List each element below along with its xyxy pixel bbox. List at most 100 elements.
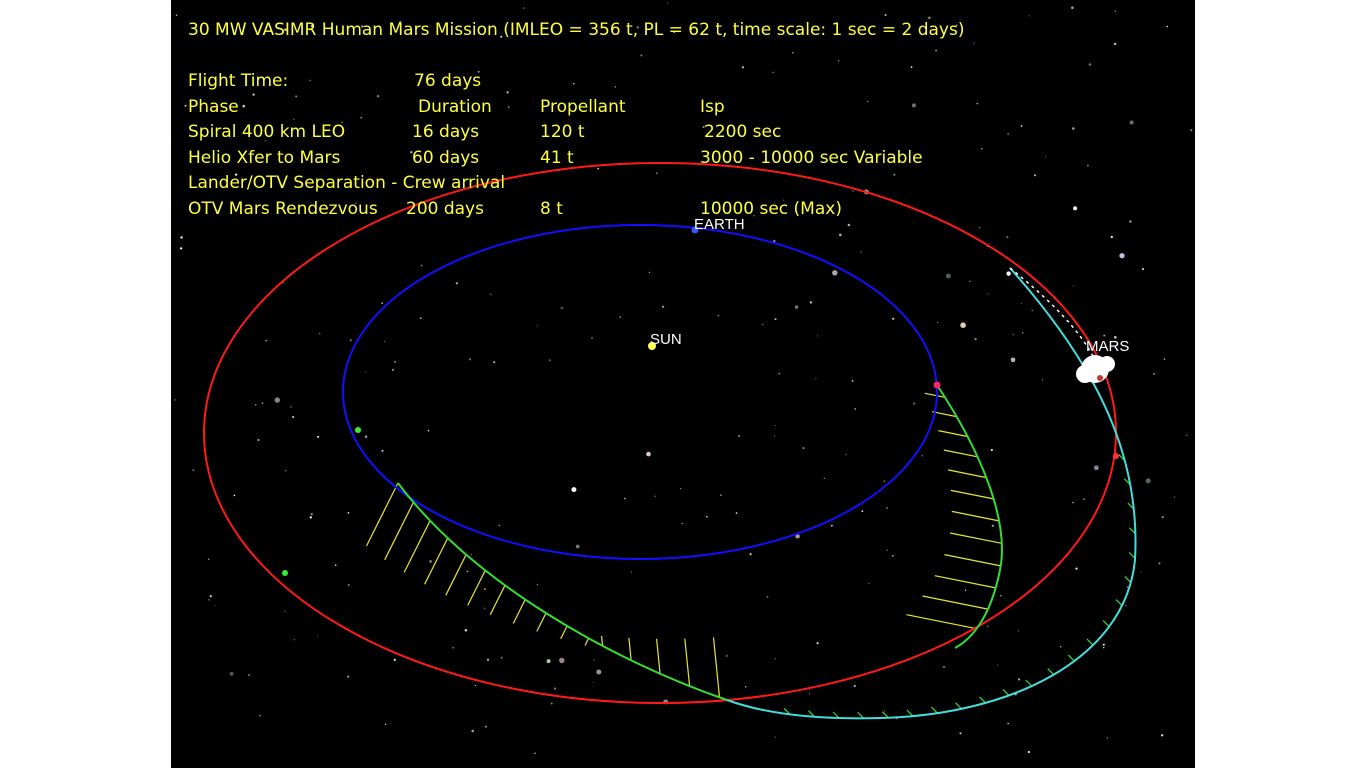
star	[1059, 645, 1062, 648]
star	[179, 247, 183, 250]
star	[648, 271, 651, 274]
star	[254, 404, 257, 406]
star	[964, 589, 967, 591]
star	[214, 604, 216, 606]
star	[1113, 42, 1117, 46]
star	[290, 406, 292, 408]
star	[293, 639, 296, 641]
star	[310, 512, 313, 516]
star	[990, 448, 993, 452]
star	[943, 666, 945, 668]
star	[619, 316, 621, 318]
row-helio-phase: Helio Xfer to Mars	[188, 148, 341, 168]
thrust-vector	[944, 554, 1001, 567]
star	[654, 495, 656, 497]
star	[1018, 678, 1021, 681]
star	[860, 251, 862, 253]
thrust-vector	[445, 554, 467, 596]
star	[631, 571, 633, 573]
star	[884, 13, 887, 17]
star	[317, 635, 319, 637]
star	[886, 549, 889, 551]
star	[831, 524, 833, 527]
thrust-vector	[1124, 576, 1132, 584]
star	[257, 438, 260, 442]
star	[1166, 25, 1168, 28]
star	[1045, 156, 1047, 158]
star	[867, 100, 869, 103]
star	[489, 293, 492, 296]
star	[986, 293, 988, 295]
star	[180, 236, 183, 239]
star	[976, 102, 979, 105]
star	[892, 555, 894, 557]
header-isp: Isp	[700, 97, 725, 117]
star	[1110, 235, 1114, 239]
star	[546, 659, 551, 664]
star	[498, 524, 501, 527]
star	[347, 512, 350, 514]
thrust-vector	[467, 570, 486, 606]
thrust-vector	[712, 637, 721, 698]
star-field	[174, 2, 1193, 754]
star	[886, 507, 888, 509]
thrust-vector	[930, 706, 938, 714]
star	[969, 280, 971, 282]
thrust-vector	[512, 599, 526, 624]
thrust-vector	[1025, 679, 1033, 687]
row-helio-propellant: 41 t	[540, 148, 574, 168]
star	[1075, 567, 1078, 570]
star	[815, 378, 817, 380]
mars-orbit	[203, 162, 1117, 704]
star	[1031, 309, 1034, 312]
star	[661, 305, 665, 308]
thrust-vector	[384, 502, 414, 561]
star	[242, 104, 245, 108]
star	[646, 451, 651, 457]
star	[295, 95, 298, 98]
mars-marker	[1097, 375, 1103, 381]
star	[383, 340, 386, 343]
mars-spacecraft-part	[1076, 365, 1094, 383]
row-separation-phase: Lander/OTV Separation - Crew arrival	[188, 173, 506, 193]
thrust-vector	[684, 638, 691, 687]
star	[766, 595, 769, 598]
star	[1034, 174, 1036, 177]
star	[592, 681, 594, 684]
star	[365, 371, 367, 373]
thrust-vector	[656, 638, 661, 674]
star	[935, 49, 938, 52]
thrust-vector	[906, 614, 977, 630]
star	[292, 118, 295, 121]
star	[1173, 496, 1176, 498]
star	[816, 641, 819, 645]
star	[536, 325, 538, 327]
star	[427, 429, 430, 432]
star	[1106, 737, 1108, 739]
star	[988, 243, 990, 245]
star	[534, 752, 536, 754]
star	[175, 14, 178, 16]
flight-time-label: Flight Time:	[188, 71, 289, 91]
thrust-vector	[949, 532, 1002, 544]
star	[741, 66, 745, 69]
star	[259, 715, 261, 717]
star	[744, 686, 747, 688]
star	[493, 361, 496, 364]
star	[174, 399, 176, 401]
star	[852, 190, 854, 192]
star	[507, 106, 510, 109]
thrust-vector	[922, 595, 989, 610]
star	[861, 510, 864, 513]
star	[854, 408, 857, 410]
thrust-vector	[943, 449, 978, 458]
star	[597, 167, 600, 170]
star	[285, 469, 287, 472]
star	[974, 337, 977, 341]
row-spiral-duration: 16 days	[412, 122, 480, 142]
star	[817, 335, 819, 337]
thrust-vector	[536, 612, 547, 632]
mars-spacecraft-part	[1099, 356, 1115, 372]
thrust-vector	[1115, 599, 1123, 607]
star	[1006, 271, 1011, 276]
